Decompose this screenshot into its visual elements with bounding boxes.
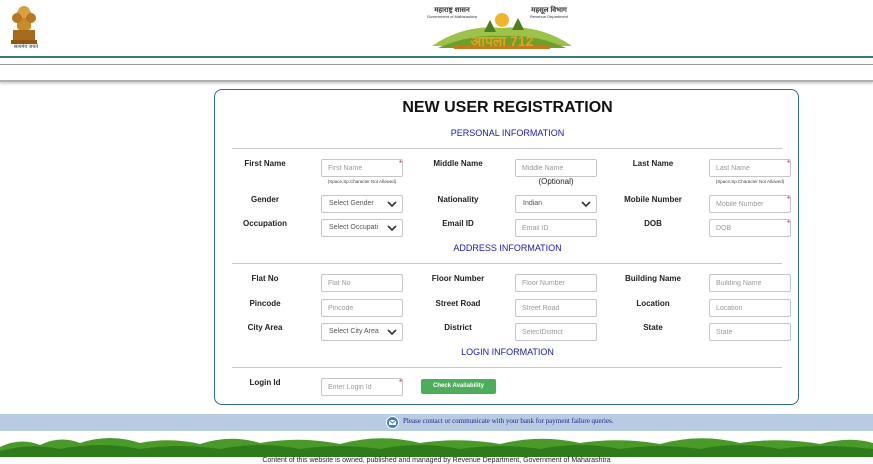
info-icon [386,416,399,429]
city-area-label: City Area [247,323,283,332]
chevron-down-icon [387,225,397,232]
login-id-input[interactable] [321,378,403,396]
flat-no-label: Flat No [251,274,279,283]
chevron-down-icon [387,329,397,336]
street-road-input[interactable] [515,299,597,317]
section-personal-information: PERSONAL INFORMATION [450,128,565,138]
building-name-label: Building Name [624,274,681,283]
section-login-information: LOGIN INFORMATION [461,347,554,357]
last-name-label: Last Name [632,159,674,168]
floor-number-label: Floor Number [431,274,485,283]
required-marker: * [787,159,791,168]
district-input[interactable] [515,323,597,341]
street-road-label: Street Road [435,299,481,308]
section-divider [232,263,782,264]
page: सत्यमेव जयते महाराष्ट्र शासन Government … [0,0,873,464]
location-input[interactable] [709,299,791,317]
first-name-hint: (Space,Sp.Character Not Allowed) [327,179,397,184]
occupation-selected-value: Select Occupati [329,224,379,231]
required-marker: * [399,378,403,387]
floor-number-input[interactable] [515,274,597,292]
first-name-label: First Name [244,159,286,168]
required-marker: * [399,159,403,168]
notice-bar: Please contact or communicate with your … [0,414,873,431]
nationality-selected-value: Indian [523,200,543,207]
site-header: सत्यमेव जयते महाराष्ट्र शासन Government … [0,0,873,56]
occupation-label: Occupation [242,219,287,228]
logo-mark: आपला 712 [470,33,534,49]
email-id-input[interactable] [515,219,597,237]
form-title: NEW USER REGISTRATION [402,99,613,116]
chevron-down-icon [581,201,591,208]
section-address-information: ADDRESS INFORMATION [453,243,562,253]
occupation-select[interactable]: Select Occupati [321,219,403,237]
required-marker: * [787,219,791,228]
middle-name-input[interactable] [515,159,597,177]
city-area-select[interactable]: Select City Area [321,323,403,341]
building-name-input[interactable] [709,274,791,292]
pincode-label: Pincode [249,299,281,308]
dob-input[interactable] [709,219,791,237]
middle-name-optional-note: (Optional) [538,177,574,186]
gender-selected-value: Select Gender [329,200,374,207]
nationality-label: Nationality [437,195,479,204]
mobile-number-input[interactable] [709,195,791,213]
flat-no-input[interactable] [321,274,403,292]
state-label: State [643,323,663,332]
check-availability-button[interactable]: Check Availability [421,379,496,394]
emblem-caption: सत्यमेव जयते [13,44,39,50]
middle-name-label: Middle Name [433,159,483,168]
department-logo: महाराष्ट्र शासन Government of Maharashtr… [424,2,580,54]
mobile-number-label: Mobile Number [624,195,682,204]
chevron-down-icon [387,201,397,208]
district-label: District [444,323,472,332]
location-label: Location [636,299,670,308]
nationality-select[interactable]: Indian [515,195,597,213]
grass-banner [0,431,873,457]
dob-label: DOB [644,219,662,228]
footer-text: Content of this website is owned, publis… [262,457,611,464]
email-id-label: Email ID [442,219,474,228]
registration-form: NEW USER REGISTRATION PERSONAL INFORMATI… [214,89,799,405]
gender-select[interactable]: Select Gender [321,195,403,213]
header-divider [0,56,873,58]
section-divider [232,367,782,368]
last-name-hint: (Space,Sp.Character Not Allowed) [715,179,785,184]
gender-label: Gender [250,195,279,204]
first-name-input[interactable] [321,159,403,177]
required-marker: * [787,195,791,204]
notice-text: Please contact or communicate with your … [403,417,614,425]
nav-band [0,64,873,82]
city-area-selected-value: Select City Area [329,328,379,335]
login-id-label: Login Id [249,378,281,387]
state-input[interactable] [709,323,791,341]
section-divider [232,148,782,149]
last-name-input[interactable] [709,159,791,177]
pincode-input[interactable] [321,299,403,317]
